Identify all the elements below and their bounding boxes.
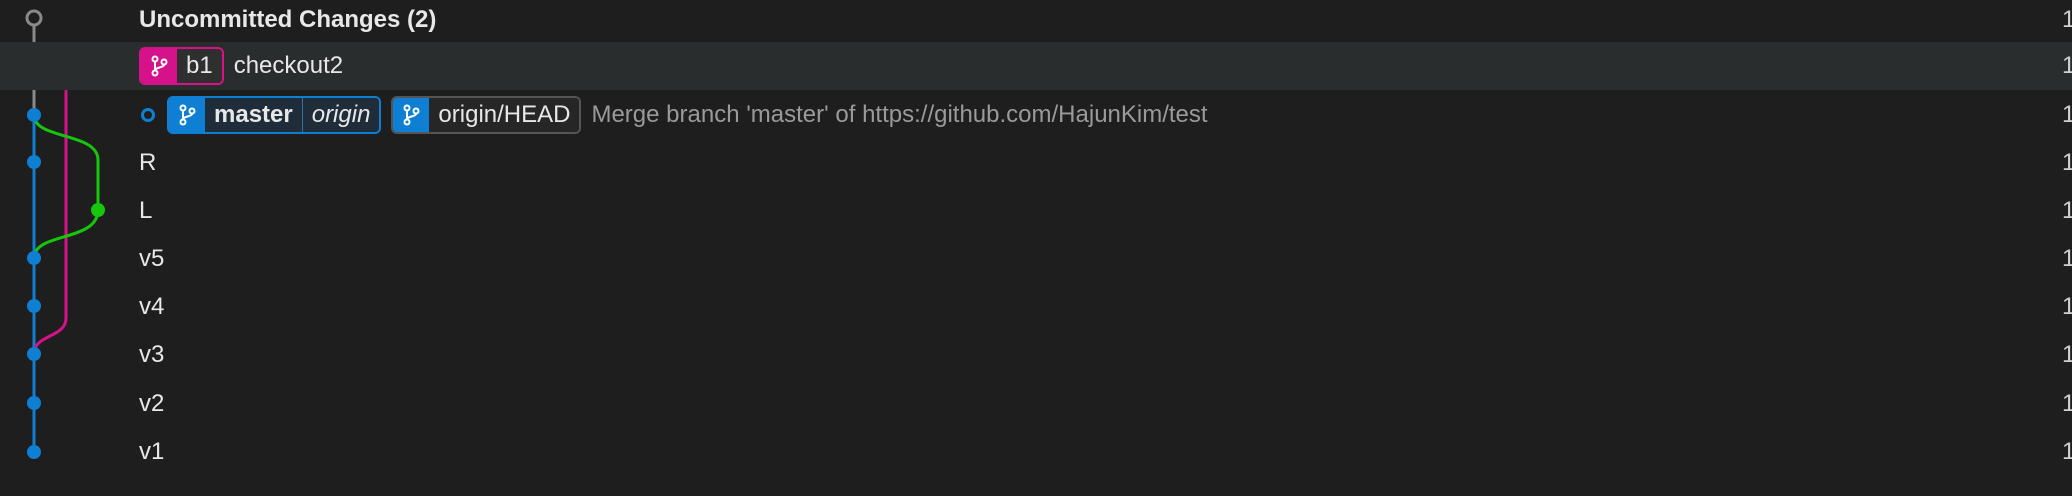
commit-row-merge[interactable]: master origin origin/HEAD Merge branch '… — [0, 91, 2072, 139]
commit-row-checkout2[interactable]: b1 checkout2 1 — [0, 42, 2072, 90]
commit-message: v4 — [139, 293, 165, 320]
remote-name: origin — [301, 98, 380, 132]
commit-row-l[interactable]: L 1 — [0, 187, 2072, 235]
row-trailing-text: 1 — [2062, 438, 2072, 465]
row-trailing-text: 1 — [2062, 390, 2072, 417]
commit-row-v4[interactable]: v4 1 — [0, 283, 2072, 331]
row-trailing-text: 1 — [2062, 149, 2072, 176]
row-trailing-text: 1 — [2062, 197, 2072, 224]
commit-row-r[interactable]: R 1 — [0, 139, 2072, 187]
uncommitted-changes-label: Uncommitted Changes (2) — [139, 6, 437, 33]
git-branch-icon — [393, 98, 430, 132]
git-branch-icon — [169, 98, 205, 132]
row-trailing-text: 1 — [2062, 101, 2072, 128]
commit-message: R — [139, 149, 157, 176]
ref-badge-origin-head[interactable]: origin/HEAD — [391, 96, 582, 134]
commit-row-v1[interactable]: v1 1 — [0, 428, 2072, 476]
commit-message: Merge branch 'master' of https://github.… — [591, 101, 1208, 128]
commit-row-uncommitted[interactable]: Uncommitted Changes (2) 1 — [0, 0, 2072, 44]
branch-name: b1 — [177, 49, 222, 83]
commit-row-v3[interactable]: v3 1 — [0, 331, 2072, 379]
row-trailing-text: 1 — [2062, 245, 2072, 272]
row-trailing-text: 1 — [2062, 293, 2072, 320]
head-indicator-icon — [141, 108, 155, 122]
row-trailing-text: 1 — [2062, 341, 2072, 368]
commit-row-v2[interactable]: v2 1 — [0, 380, 2072, 428]
row-trailing-text: 1 — [2062, 52, 2072, 79]
row-trailing-text: 1 — [2062, 6, 2072, 33]
git-branch-icon — [141, 49, 177, 83]
branch-badge-b1[interactable]: b1 — [139, 47, 224, 85]
commit-message: L — [139, 197, 153, 224]
commit-message: v2 — [139, 390, 165, 417]
ref-name: origin/HEAD — [429, 98, 580, 132]
commit-message: v5 — [139, 245, 165, 272]
commit-message: v3 — [139, 341, 165, 368]
commit-message: checkout2 — [233, 52, 344, 79]
commit-message: v1 — [139, 438, 165, 465]
branch-badge-master[interactable]: master origin — [167, 96, 382, 134]
commit-row-v5[interactable]: v5 1 — [0, 235, 2072, 283]
branch-name: master — [205, 98, 302, 132]
